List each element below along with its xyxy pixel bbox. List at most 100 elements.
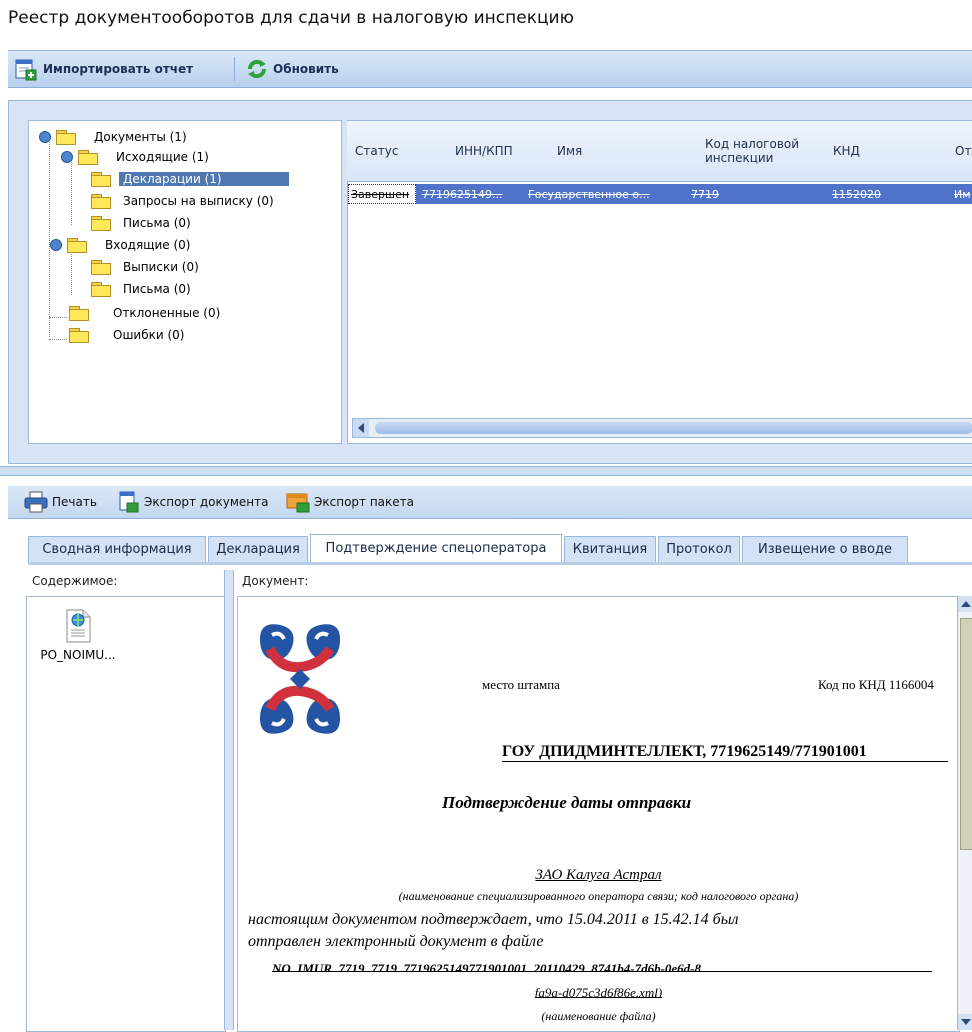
scroll-left-icon[interactable] bbox=[353, 419, 369, 437]
export-package-label: Экспорт пакета bbox=[314, 495, 415, 509]
body-line-2: отправлен электронный документ в файле bbox=[248, 933, 544, 950]
export-document-icon bbox=[119, 491, 139, 513]
operator-name: ЗАО Калуга Астрал bbox=[535, 867, 662, 883]
contents-panel: PO_NOIMU... bbox=[26, 596, 226, 1032]
panel-splitter[interactable] bbox=[0, 466, 972, 476]
folder-icon bbox=[65, 238, 87, 253]
tree-item-label: Запросы на выписку (0) bbox=[123, 194, 274, 208]
tree-item-incoming[interactable]: Входящие (0) bbox=[39, 235, 191, 255]
printer-icon bbox=[24, 491, 48, 513]
grid-header: Статус ИНН/КПП Имя Код налоговой инспекц… bbox=[347, 121, 972, 182]
main-toolbar: Импортировать отчет Обновить bbox=[8, 50, 972, 88]
collapse-icon[interactable] bbox=[61, 151, 73, 163]
tree-item-label: Документы (1) bbox=[94, 130, 187, 144]
scroll-down-icon[interactable] bbox=[958, 1014, 972, 1030]
file-line-1-text: NO_IMUR_7719_7719_7719625149771901001_20… bbox=[272, 961, 701, 972]
column-header-knd[interactable]: КНД bbox=[833, 121, 860, 181]
folder-tree: Документы (1) Исходящие (1) Декларации (… bbox=[28, 120, 342, 444]
tree-item-label: Выписки (0) bbox=[123, 260, 199, 274]
recipient-line: ГОУ ДПИДМИНТЕЛЛЕКТ, 7719625149/771901001 bbox=[502, 737, 948, 762]
cell-status: Завершен bbox=[348, 184, 416, 204]
scroll-thumb[interactable] bbox=[375, 422, 972, 434]
folder-icon bbox=[89, 260, 111, 275]
column-header-tax-office[interactable]: Код налоговой инспекции bbox=[705, 121, 815, 181]
page-title: Реестр документооборотов для сдачи в нал… bbox=[8, 8, 574, 28]
import-report-label: Импортировать отчет bbox=[43, 62, 194, 76]
tree-item-label: Ошибки (0) bbox=[113, 328, 185, 342]
column-header-inn[interactable]: ИНН/КПП bbox=[455, 121, 513, 181]
print-label: Печать bbox=[52, 495, 97, 509]
document-viewer: место штампа Код по КНД 1166004 ГОУ ДПИД… bbox=[237, 596, 960, 1032]
tree-item-letters-out[interactable]: Письма (0) bbox=[89, 213, 191, 233]
tab-declaration[interactable]: Декларация bbox=[208, 536, 308, 562]
tab-bar: Сводная информация Декларация Подтвержде… bbox=[28, 534, 972, 562]
folder-icon bbox=[89, 216, 111, 231]
tree-item-declarations[interactable]: Декларации (1) bbox=[89, 169, 289, 189]
folder-icon bbox=[76, 150, 98, 165]
cell-from: Им bbox=[954, 187, 971, 201]
document-heading: Подтверждение даты отправки bbox=[442, 793, 692, 812]
file-line-2-text: fa9a-d075c3d6f86e.xml) bbox=[534, 985, 663, 998]
refresh-label: Обновить bbox=[273, 62, 339, 76]
horizontal-scrollbar[interactable] bbox=[352, 418, 972, 438]
tree-item-outgoing[interactable]: Исходящие (1) bbox=[61, 147, 209, 167]
column-header-status[interactable]: Статус bbox=[355, 121, 398, 181]
tree-item-letters-in[interactable]: Письма (0) bbox=[89, 279, 191, 299]
file-name: PO_NOIMU... bbox=[40, 648, 116, 662]
tree-item-label: Исходящие (1) bbox=[116, 150, 209, 164]
folder-icon bbox=[89, 282, 111, 297]
cell-knd: 1152020 bbox=[832, 187, 881, 201]
vertical-scrollbar[interactable] bbox=[957, 596, 972, 1030]
file-line-2: fa9a-d075c3d6f86e.xml) bbox=[238, 985, 959, 1002]
knd-code: Код по КНД 1166004 bbox=[818, 677, 934, 692]
stamp-place: место штампа bbox=[482, 677, 560, 692]
tree-item-label: Письма (0) bbox=[123, 282, 191, 296]
tree-item-label: Декларации (1) bbox=[119, 172, 289, 186]
tree-item-statements[interactable]: Выписки (0) bbox=[89, 257, 199, 277]
document-label: Документ: bbox=[242, 574, 309, 588]
tab-summary[interactable]: Сводная информация bbox=[28, 536, 206, 562]
tree-item-label: Письма (0) bbox=[123, 216, 191, 230]
file-item[interactable]: PO_NOIMU... bbox=[33, 609, 123, 662]
operator-caption: (наименование специализированного операт… bbox=[398, 889, 799, 903]
export-package-icon bbox=[286, 493, 310, 513]
tab-operator-confirmation[interactable]: Подтверждение спецоператора bbox=[310, 534, 562, 562]
folder-icon bbox=[54, 130, 76, 145]
folder-icon bbox=[89, 194, 111, 209]
import-icon bbox=[15, 59, 37, 81]
tab-underline bbox=[28, 562, 972, 565]
tree-item-errors[interactable]: Ошибки (0) bbox=[67, 325, 184, 345]
export-document-button[interactable]: Экспорт документа bbox=[118, 486, 268, 518]
folder-icon bbox=[89, 172, 111, 187]
scroll-thumb[interactable] bbox=[960, 618, 972, 850]
tree-item-label: Входящие (0) bbox=[105, 238, 191, 252]
tab-protocol[interactable]: Протокол bbox=[658, 536, 740, 562]
table-row[interactable]: Завершен 7719625149... Государственное о… bbox=[348, 184, 972, 204]
refresh-button[interactable]: Обновить bbox=[246, 51, 339, 87]
import-report-button[interactable]: Импортировать отчет bbox=[14, 51, 193, 87]
collapse-icon[interactable] bbox=[39, 131, 51, 143]
tree-item-documents[interactable]: Документы (1) bbox=[39, 127, 187, 147]
vertical-splitter[interactable] bbox=[224, 570, 234, 1030]
cell-inn: 7719625149... bbox=[422, 187, 503, 201]
scroll-up-icon[interactable] bbox=[958, 596, 972, 612]
column-header-name[interactable]: Имя bbox=[557, 121, 582, 181]
body-line-1: настоящим документом подтверждает, что 1… bbox=[248, 911, 739, 928]
column-header-from[interactable]: От bbox=[955, 121, 971, 181]
xml-file-icon bbox=[66, 609, 91, 643]
tree-item-label: Отклоненные (0) bbox=[113, 306, 221, 320]
file-caption: (наименование файла) bbox=[541, 1009, 656, 1023]
recipient-text: ГОУ ДПИДМИНТЕЛЛЕКТ, 7719625149/771901001 bbox=[502, 743, 867, 760]
refresh-icon bbox=[247, 59, 267, 79]
folder-icon bbox=[67, 328, 89, 343]
collapse-icon[interactable] bbox=[50, 239, 62, 251]
folder-icon bbox=[67, 306, 89, 321]
tab-input-notice[interactable]: Извещение о вводе bbox=[742, 536, 908, 562]
tree-item-requests[interactable]: Запросы на выписку (0) bbox=[89, 191, 274, 211]
tab-receipt[interactable]: Квитанция bbox=[564, 536, 656, 562]
tree-item-rejected[interactable]: Отклоненные (0) bbox=[67, 303, 220, 323]
print-button[interactable]: Печать bbox=[24, 486, 97, 518]
export-document-label: Экспорт документа bbox=[144, 495, 269, 509]
document-toolbar: Печать Экспорт документа Экспорт пакета bbox=[8, 486, 972, 519]
export-package-button[interactable]: Экспорт пакета bbox=[286, 486, 414, 518]
